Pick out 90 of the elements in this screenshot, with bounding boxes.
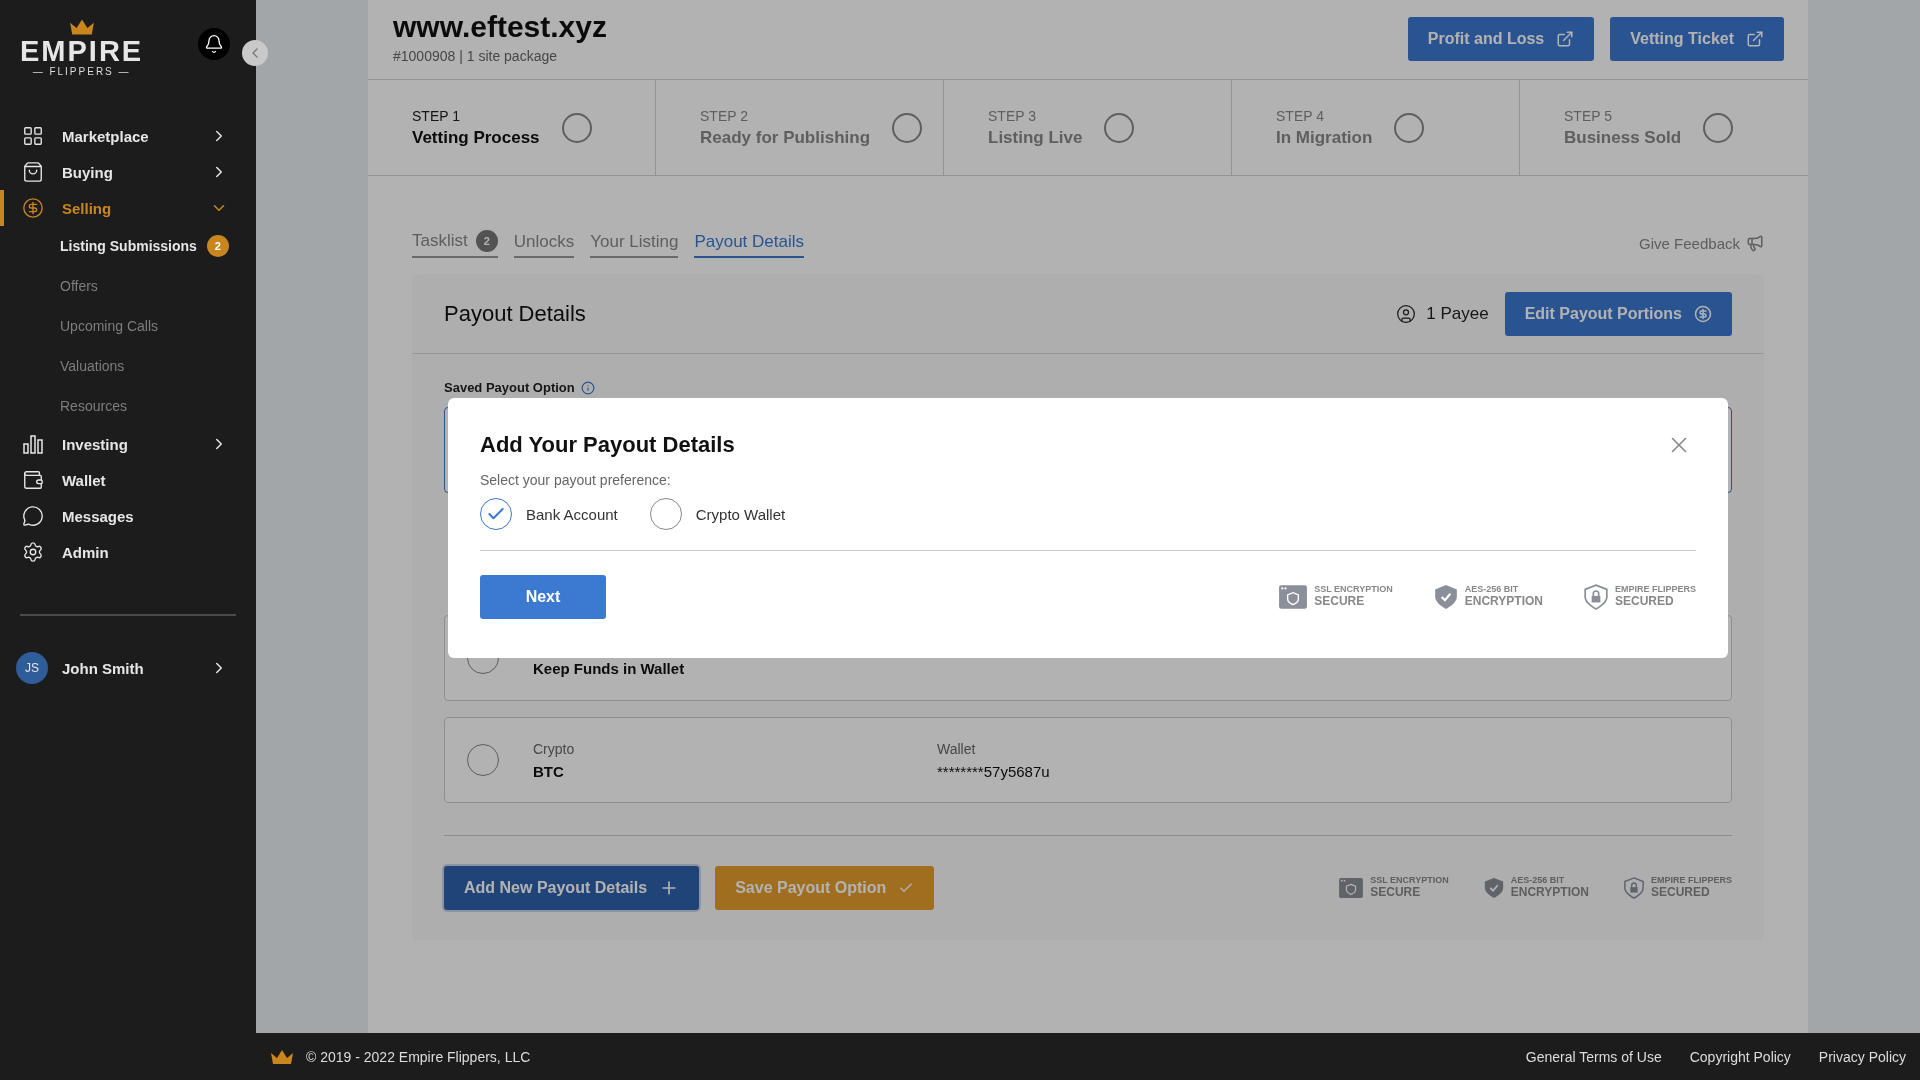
header-button[interactable]: Profit and Loss: [1407, 17, 1595, 61]
external-link-icon: [1556, 30, 1575, 48]
payout-choice[interactable]: Crypto Wallet: [649, 498, 786, 530]
browser-shield-icon: [1338, 877, 1365, 899]
option-value: Keep Funds in Wallet: [533, 659, 685, 677]
tab[interactable]: Unlocks: [513, 232, 575, 258]
security-badge-text: SSL ENCRYPTION SECURE: [1370, 876, 1449, 900]
footer-link[interactable]: General Terms of Use: [1525, 1048, 1662, 1065]
step-circle-icon: [561, 112, 592, 143]
shield-check-icon: [1482, 877, 1505, 899]
choice-label: Crypto Wallet: [695, 505, 786, 523]
external-link-icon: [1746, 30, 1764, 48]
chat-icon: [22, 505, 44, 527]
user-icon: [1396, 303, 1417, 324]
sidebar-subitem[interactable]: Resources: [0, 386, 256, 426]
sidebar-item[interactable]: Messages: [0, 498, 256, 534]
step-circle-icon: [1394, 112, 1425, 143]
step-circle-icon: [1104, 112, 1135, 143]
security-badge-text: SSL ENCRYPTION SECURE: [1314, 585, 1393, 609]
sidebar-subitem[interactable]: Valuations: [0, 346, 256, 386]
sidebar-subitem[interactable]: Listing Submissions 2: [0, 226, 256, 266]
add-payout-details-button[interactable]: Add New Payout Details: [444, 866, 700, 910]
listing-subtitle: #1000908 | 1 site package: [393, 48, 558, 64]
sidebar-item[interactable]: Wallet: [0, 462, 256, 498]
tab[interactable]: Payout Details: [694, 232, 805, 258]
info-icon[interactable]: [580, 380, 595, 395]
listing-title: www.eftest.xyz: [393, 10, 607, 44]
shield-lock-icon: [1583, 584, 1609, 610]
tab[interactable]: Tasklist 2: [412, 230, 498, 258]
security-badge-text: AES-256 BIT ENCRYPTION: [1510, 876, 1589, 900]
choice-label: Bank Account: [526, 505, 618, 523]
field-label: Wallet: [937, 740, 977, 757]
security-badge-text: EMPIRE FLIPPERS SECURED: [1651, 876, 1732, 900]
progress-step[interactable]: STEP 4 In Migration: [1232, 80, 1520, 175]
user-avatar: JS: [16, 652, 48, 684]
sidebar-subitem[interactable]: Offers: [0, 266, 256, 306]
step-circle-icon: [1703, 112, 1734, 143]
security-badge-text: EMPIRE FLIPPERS SECURED: [1615, 585, 1696, 609]
notifications-button[interactable]: [198, 28, 230, 60]
sidebar-item[interactable]: Admin: [0, 534, 256, 570]
empire-flippers-logo[interactable]: EMPIRE — FLIPPERS —: [20, 18, 144, 77]
field-value: ********57y5687u: [937, 762, 1051, 780]
field-value: BTC: [533, 762, 565, 780]
tab[interactable]: Your Listing: [590, 232, 679, 258]
copyright-text: © 2019 - 2022 Empire Flippers, LLC: [306, 1048, 531, 1065]
dollar-icon: [1694, 304, 1712, 323]
security-badge-text: AES-256 BIT ENCRYPTION: [1464, 585, 1543, 609]
dollar-icon: [22, 197, 44, 219]
next-button[interactable]: Next: [480, 575, 606, 619]
footer-link[interactable]: Copyright Policy: [1689, 1048, 1791, 1065]
wallet-icon: [22, 469, 44, 491]
payout-option[interactable]: Crypto BTC Wallet ********57y5687u: [444, 717, 1732, 803]
give-feedback-link[interactable]: Give Feedback: [1639, 234, 1764, 258]
count-badge: 2: [206, 235, 229, 257]
progress-step[interactable]: STEP 5 Business Sold: [1520, 80, 1808, 175]
grid-icon: [22, 125, 44, 147]
footer-link[interactable]: Privacy Policy: [1818, 1048, 1906, 1065]
progress-step[interactable]: STEP 1 Vetting Process: [368, 80, 656, 175]
sidebar-item[interactable]: Buying: [0, 154, 256, 190]
shopping-bag-icon: [22, 161, 44, 183]
saved-payout-label: Saved Payout Option: [444, 380, 575, 395]
crown-icon: [270, 1048, 294, 1065]
user-menu[interactable]: JS John Smith: [0, 652, 256, 684]
progress-step[interactable]: STEP 2 Ready for Publishing: [656, 80, 944, 175]
step-circle-icon: [892, 112, 923, 143]
radio-button[interactable]: [467, 744, 499, 776]
dialog-prompt: Select your payout preference:: [480, 472, 671, 488]
megaphone-icon: [1746, 234, 1764, 252]
sidebar-item[interactable]: Investing: [0, 426, 256, 462]
payout-choice[interactable]: Bank Account: [480, 498, 618, 530]
progress-step[interactable]: STEP 3 Listing Live: [944, 80, 1232, 175]
sidebar-item[interactable]: Marketplace: [0, 118, 256, 154]
payee-count: 1 Payee: [1426, 303, 1489, 324]
field-label: Crypto: [533, 740, 576, 757]
bar-chart-icon: [22, 433, 44, 455]
crown-icon: [68, 18, 95, 36]
shield-check-icon: [1432, 584, 1459, 610]
settings-icon: [22, 541, 44, 563]
collapse-sidebar-button[interactable]: [242, 40, 268, 66]
browser-shield-icon: [1278, 584, 1309, 610]
header-button[interactable]: Vetting Ticket: [1610, 17, 1784, 61]
dialog-title: Add Your Payout Details: [480, 432, 735, 458]
shield-lock-icon: [1623, 877, 1645, 899]
bell-icon: [204, 34, 224, 54]
count-badge: 2: [475, 230, 498, 252]
card-title: Payout Details: [444, 300, 587, 327]
sidebar-subitem[interactable]: Upcoming Calls: [0, 306, 256, 346]
radio-button[interactable]: [480, 498, 512, 530]
radio-button[interactable]: [649, 498, 682, 530]
edit-payout-portions-button[interactable]: Edit Payout Portions: [1504, 291, 1732, 336]
